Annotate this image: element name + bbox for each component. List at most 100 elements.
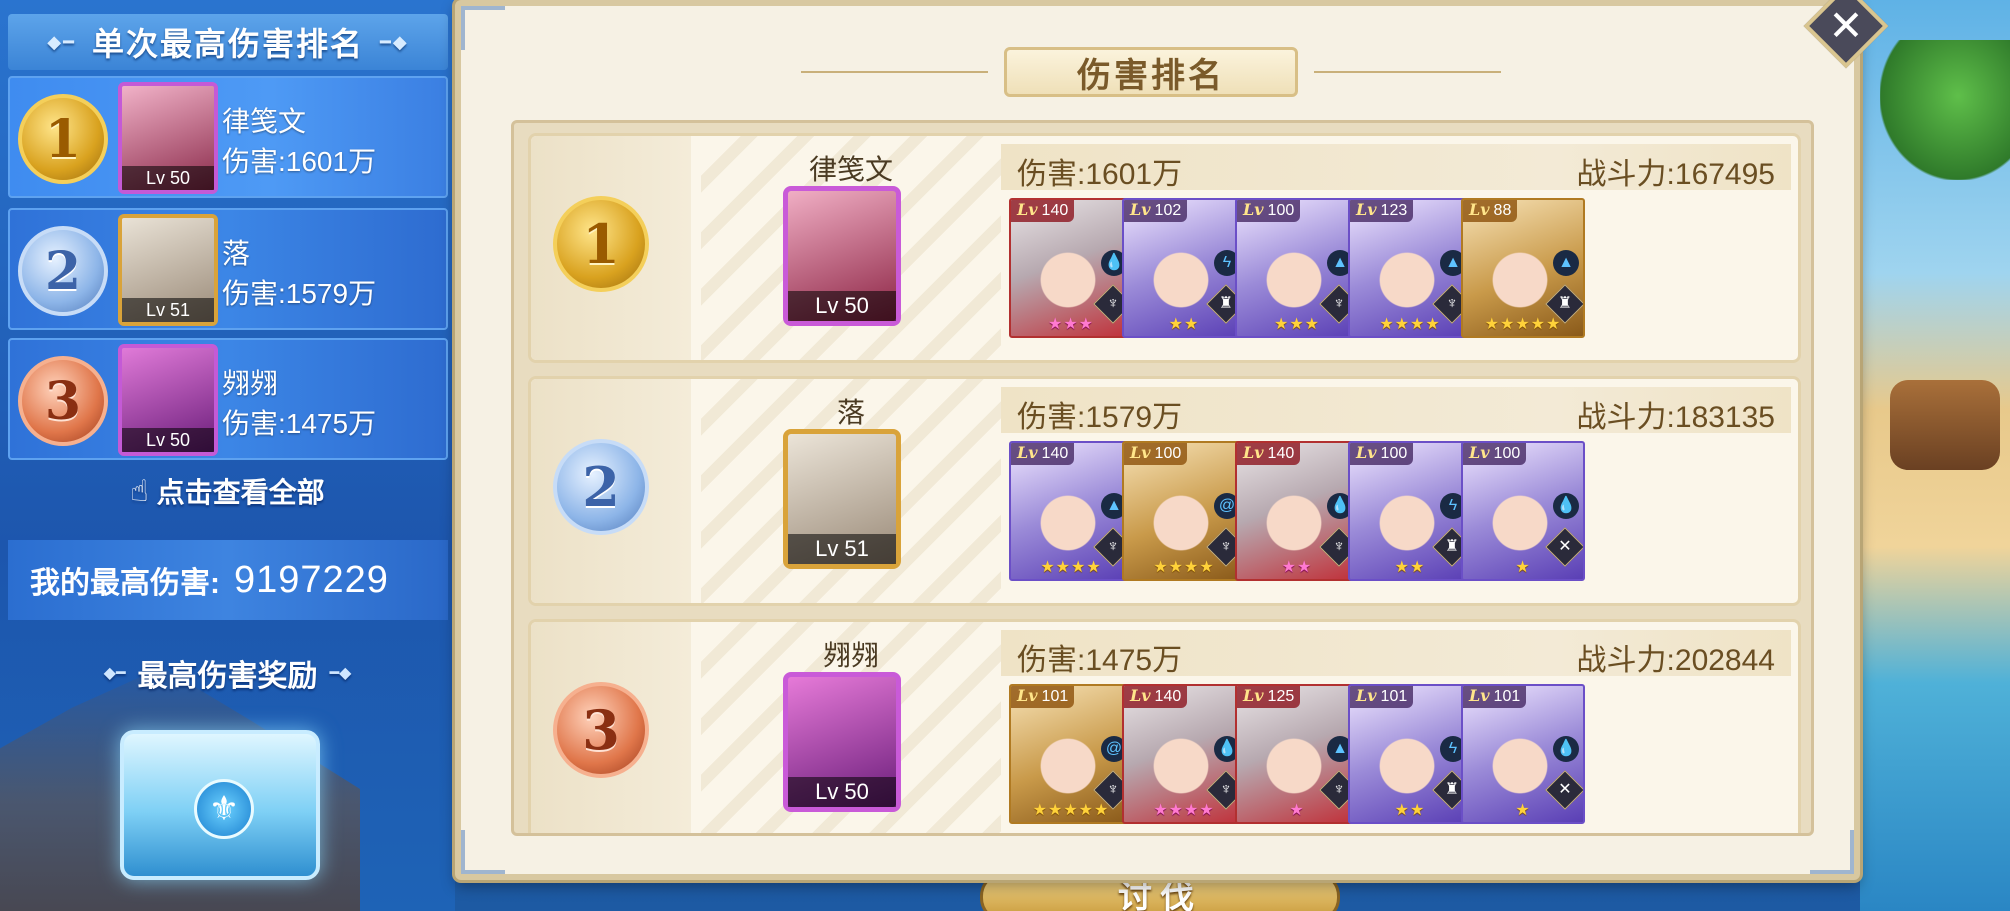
hero-stars: ★ — [1515, 802, 1531, 819]
header-line — [801, 71, 988, 73]
hero-level: Lv 102 — [1124, 200, 1188, 222]
hero-card[interactable]: Lv 100 ϟ ♜ ★★ — [1348, 441, 1472, 581]
player-damage: 伤害:1475万 — [222, 408, 377, 439]
hero-card[interactable]: Lv 101 ϟ ♜ ★★ — [1348, 684, 1472, 824]
hero-card[interactable]: Lv 140 ▲ ♆ ★★★★ — [1009, 441, 1133, 581]
hero-portrait — [1259, 232, 1329, 312]
hero-level: Lv 88 — [1463, 200, 1518, 222]
dialog-title: 伤害排名 — [1004, 47, 1298, 97]
hero-stars: ★★★★ — [1379, 316, 1441, 333]
title-deco-right-icon: ━◆ — [380, 31, 409, 52]
title-deco-left-icon: ◆━ — [47, 31, 76, 52]
water-element-icon: 💧 — [1553, 493, 1579, 519]
title-deco-left-icon: ◆━ — [103, 665, 126, 682]
hero-stars: ★★★★★ — [1032, 802, 1110, 819]
hand-pointer-icon: ☝ — [130, 474, 149, 508]
hero-level: Lv 125 — [1237, 686, 1301, 708]
rank-card-2[interactable]: 2 Lv 51 落 伤害:1579万 — [8, 208, 448, 330]
hero-stars: ★ — [1515, 559, 1531, 576]
player-avatar[interactable]: Lv 50 — [783, 186, 901, 326]
rank-3-medal-icon: 3 — [18, 356, 108, 446]
avatar-level: Lv 50 — [788, 777, 896, 807]
hero-stars: ★★ — [1281, 559, 1313, 576]
hero-level: Lv 100 — [1463, 443, 1527, 465]
hero-stars: ★★★★ — [1153, 802, 1215, 819]
reward-chest-icon[interactable]: ⚜ — [120, 730, 320, 880]
corner-ornament — [461, 6, 505, 50]
hero-card[interactable]: Lv 101 @ ♆ ★★★★★ — [1009, 684, 1133, 824]
stat-bar: 伤害:1579万 战斗力:183135 — [1001, 387, 1791, 434]
corner-ornament — [1810, 830, 1854, 874]
view-all-button[interactable]: ☝ 点击查看全部 — [0, 466, 455, 516]
hero-portrait — [1146, 232, 1216, 312]
hero-level: Lv 101 — [1011, 686, 1075, 708]
hero-portrait — [1033, 475, 1103, 555]
hero-portrait — [1485, 475, 1555, 555]
hero-card[interactable]: Lv 125 ▲ ♆ ★ — [1235, 684, 1359, 824]
hero-level: Lv 100 — [1237, 200, 1301, 222]
damage-value: 伤害:1601万 — [1017, 158, 1183, 191]
my-best-value: 9197229 — [234, 558, 389, 601]
damage-value: 伤害:1475万 — [1017, 644, 1183, 677]
palm-tree-icon — [1880, 40, 2010, 180]
avatar-level: Lv 50 — [788, 291, 896, 321]
hero-portrait — [1372, 718, 1442, 798]
hero-stars: ★★★ — [1273, 316, 1321, 333]
hero-card[interactable]: Lv 100 💧 ✕ ★ — [1461, 441, 1585, 581]
my-best-damage: 我的最高伤害: 9197229 — [8, 540, 448, 620]
hero-card[interactable]: Lv 123 ▲ ♆ ★★★★ — [1348, 198, 1472, 338]
corner-ornament — [461, 830, 505, 874]
avatar-level: Lv 51 — [788, 534, 896, 564]
barrel-icon — [1890, 380, 2000, 470]
avatar-level: Lv 50 — [122, 428, 214, 452]
row-rank-column: 2 — [531, 379, 691, 603]
hero-card[interactable]: Lv 101 💧 ✕ ★ — [1461, 684, 1585, 824]
hero-card[interactable]: Lv 88 ▲ ♜ ★★★★★ — [1461, 198, 1585, 338]
player-avatar[interactable]: Lv 51 — [783, 429, 901, 569]
hero-card[interactable]: Lv 140 💧 ♆ ★★ — [1235, 441, 1359, 581]
hero-level: Lv 100 — [1124, 443, 1188, 465]
hero-portrait — [1372, 232, 1442, 312]
stat-bar: 伤害:1475万 战斗力:202844 — [1001, 630, 1791, 677]
hero-level: Lv 140 — [1124, 686, 1188, 708]
player-name: 律笺文 — [222, 106, 307, 137]
player-avatar[interactable]: Lv 50 — [783, 672, 901, 812]
hero-portrait — [1259, 718, 1329, 798]
hero-stars: ★★★ — [1047, 316, 1095, 333]
hero-portrait — [1259, 475, 1329, 555]
player-name: 落 — [222, 238, 251, 269]
player-damage: 伤害:1601万 — [222, 146, 377, 177]
hero-portrait — [1485, 718, 1555, 798]
hero-portrait — [1146, 718, 1216, 798]
title-deco-right-icon: ━◆ — [329, 665, 352, 682]
avatar-level: Lv 51 — [122, 298, 214, 322]
hero-stars: ★★★★ — [1153, 559, 1215, 576]
hero-level: Lv 140 — [1011, 200, 1075, 222]
hero-card[interactable]: Lv 140 💧 ♆ ★★★ — [1009, 198, 1133, 338]
water-element-icon: 💧 — [1553, 736, 1579, 762]
chest-emblem-icon: ⚜ — [194, 779, 254, 839]
rank-card-1[interactable]: 1 Lv 50 律笺文 伤害:1601万 — [8, 76, 448, 198]
dialog-header: 伤害排名 — [801, 42, 1501, 102]
hero-stars: ★★★★ — [1040, 559, 1102, 576]
hero-level: Lv 101 — [1463, 686, 1527, 708]
hero-card[interactable]: Lv 140 💧 ♆ ★★★★ — [1122, 684, 1246, 824]
reward-title: ◆━ 最高伤害奖励 ━◆ — [0, 648, 455, 698]
rank-card-3[interactable]: 3 Lv 50 翙翙 伤害:1475万 — [8, 338, 448, 460]
damage-ranking-dialog: 伤害排名 ✕ 1 律笺文 Lv 50 伤害:1601万 战斗力:167495 L… — [455, 0, 1889, 880]
ranking-row-2[interactable]: 2 落 Lv 51 伤害:1579万 战斗力:183135 Lv 140 ▲ ♆ … — [528, 376, 1801, 606]
close-icon: ✕ — [1828, 1, 1864, 49]
ranking-row-3[interactable]: 3 翙翙 Lv 50 伤害:1475万 战斗力:202844 Lv 101 @ ♆… — [528, 619, 1801, 833]
stat-bar: 伤害:1601万 战斗力:167495 — [1001, 144, 1791, 191]
earth-element-icon: ▲ — [1553, 250, 1579, 276]
ranking-list[interactable]: 1 律笺文 Lv 50 伤害:1601万 战斗力:167495 Lv 140 💧 … — [511, 120, 1814, 836]
rank-1-medal-icon: 1 — [553, 196, 649, 292]
hero-card[interactable]: Lv 100 @ ♆ ★★★★ — [1122, 441, 1246, 581]
hero-card[interactable]: Lv 102 ϟ ♜ ★★ — [1122, 198, 1246, 338]
ranking-row-1[interactable]: 1 律笺文 Lv 50 伤害:1601万 战斗力:167495 Lv 140 💧 … — [528, 133, 1801, 363]
hero-portrait — [1033, 718, 1103, 798]
hero-card[interactable]: Lv 100 ▲ ♆ ★★★ — [1235, 198, 1359, 338]
hero-stars: ★★ — [1394, 802, 1426, 819]
hero-stars: ★★★★★ — [1484, 316, 1562, 333]
player-avatar: Lv 51 — [118, 214, 218, 326]
